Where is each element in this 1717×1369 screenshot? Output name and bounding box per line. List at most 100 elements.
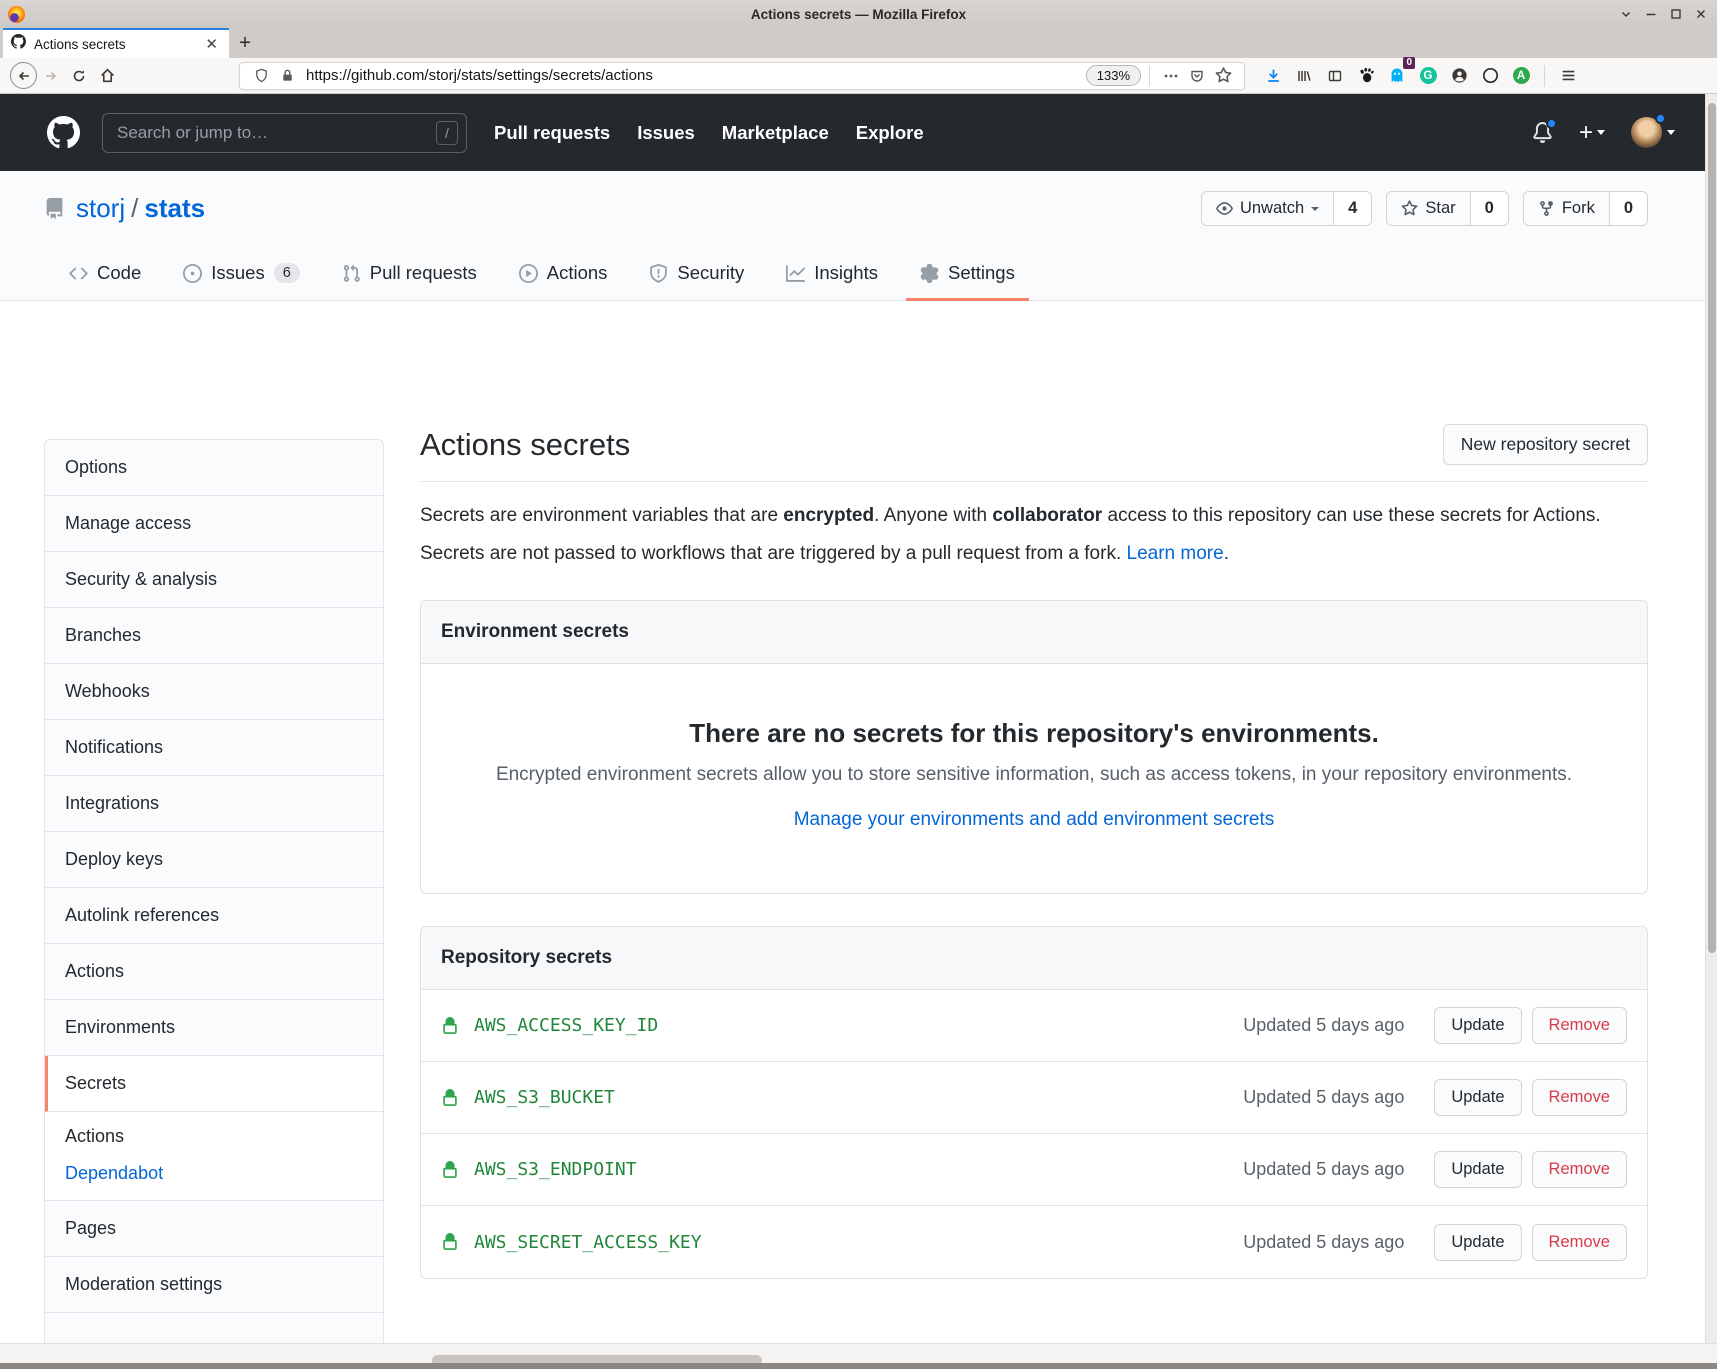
remove-button[interactable]: Remove [1532,1151,1627,1188]
fork-button[interactable]: Fork [1524,192,1609,225]
remove-button[interactable]: Remove [1532,1007,1627,1044]
window-menu-chevron-icon[interactable] [1618,6,1634,22]
tab-actions[interactable]: Actions [505,249,622,301]
secret-name[interactable]: AWS_S3_BUCKET [474,1087,615,1108]
sidebar-item-environments[interactable]: Environments [45,1000,383,1056]
star-button[interactable]: Star [1387,192,1469,225]
forks-count[interactable]: 0 [1609,192,1647,225]
sidebar-item-security-analysis[interactable]: Security & analysis [45,552,383,608]
account-icon[interactable] [1445,62,1473,90]
tab-settings[interactable]: Settings [906,249,1029,301]
lock-icon[interactable] [274,63,300,89]
user-menu[interactable] [1631,117,1675,148]
update-button[interactable]: Update [1434,1224,1521,1261]
nav-issues[interactable]: Issues [637,122,695,144]
learn-more-link[interactable]: Learn more [1127,543,1224,564]
page-actions-icon[interactable] [1158,63,1184,89]
scrollbar-thumb[interactable] [1708,103,1716,953]
empty-state-title: There are no secrets for this repository… [461,718,1607,749]
scrollbar[interactable] [1705,94,1717,1343]
update-button[interactable]: Update [1434,1079,1521,1116]
browser-tab[interactable]: Actions secrets ✕ [3,28,229,58]
notifications-bell-icon[interactable] [1532,122,1553,143]
manage-environments-link[interactable]: Manage your environments and add environ… [794,809,1275,830]
nav-marketplace[interactable]: Marketplace [722,122,829,144]
stars-count[interactable]: 0 [1470,192,1508,225]
sidebar-item-options[interactable]: Options [45,440,383,496]
sidebar-item-moderation-settings[interactable]: Moderation settings [45,1257,383,1313]
sidebar-item-integrations[interactable]: Integrations [45,776,383,832]
zoom-level-badge[interactable]: 133% [1086,65,1141,86]
repo-owner-link[interactable]: storj [76,193,125,223]
watchers-count[interactable]: 4 [1333,192,1371,225]
home-button[interactable] [93,62,121,90]
gnome-extension-icon[interactable] [1352,62,1380,90]
minimize-icon[interactable] [1643,6,1659,22]
close-icon[interactable] [1693,6,1709,22]
tab-security[interactable]: Security [635,249,758,301]
sidebar-subitem-actions[interactable]: Actions [65,1126,363,1147]
avatar[interactable] [1631,117,1662,148]
sidebar-item-secrets[interactable]: Secrets [45,1056,383,1112]
browser-viewport: / Pull requests Issues Marketplace Explo… [0,94,1717,1343]
maximize-icon[interactable] [1668,6,1684,22]
sidebar-item-branches[interactable]: Branches [45,608,383,664]
sidebar-item-pages[interactable]: Pages [45,1201,383,1257]
sidebar-item-actions[interactable]: Actions [45,944,383,1000]
notification-dot [1546,118,1557,129]
repo-name-link[interactable]: stats [144,193,205,223]
star-label: Star [1425,199,1455,218]
remove-button[interactable]: Remove [1532,1224,1627,1261]
sidebar-item-deploy-keys[interactable]: Deploy keys [45,832,383,888]
nav-explore[interactable]: Explore [856,122,924,144]
hamburger-menu-icon[interactable] [1554,62,1582,90]
tracking-protection-shield-icon[interactable] [248,63,274,89]
unwatch-button[interactable]: Unwatch [1202,192,1333,225]
sidebar-item-notifications[interactable]: Notifications [45,720,383,776]
secret-name[interactable]: AWS_SECRET_ACCESS_KEY [474,1232,702,1253]
secret-name[interactable]: AWS_S3_ENDPOINT [474,1159,637,1180]
tab-pull-requests[interactable]: Pull requests [328,249,491,301]
downloads-icon[interactable] [1259,62,1287,90]
unwatch-label: Unwatch [1240,199,1304,218]
remove-button[interactable]: Remove [1532,1079,1627,1116]
github-logo-icon[interactable] [47,116,80,149]
new-repository-secret-button[interactable]: New repository secret [1443,424,1648,465]
nav-pull-requests[interactable]: Pull requests [494,122,610,144]
sidebar-item-manage-access[interactable]: Manage access [45,496,383,552]
tab-close-icon[interactable]: ✕ [202,37,221,52]
grammarly-extension-icon[interactable]: G [1414,62,1442,90]
adblock-extension-icon[interactable]: A [1507,62,1535,90]
tab-code[interactable]: Code [55,249,155,301]
lock-icon [441,1161,459,1179]
secret-name[interactable]: AWS_ACCESS_KEY_ID [474,1015,658,1036]
library-icon[interactable] [1290,62,1318,90]
tab-code-label: Code [97,262,141,284]
repository-secrets-box: Repository secrets AWS_ACCESS_KEY_ID Upd… [420,926,1648,1279]
sidebar-item-autolink-references[interactable]: Autolink references [45,888,383,944]
tab-insights[interactable]: Insights [772,249,892,301]
bookmark-star-icon[interactable] [1210,63,1236,89]
update-button[interactable]: Update [1434,1007,1521,1044]
sidebar-item-webhooks[interactable]: Webhooks [45,664,383,720]
url-text[interactable]: https://github.com/storj/stats/settings/… [306,67,1086,84]
url-bar[interactable]: https://github.com/storj/stats/settings/… [239,62,1245,90]
ghostery-extension-icon[interactable]: 0 [1383,62,1411,90]
tab-issues[interactable]: Issues 6 [169,249,314,301]
github-search[interactable]: / [102,113,467,153]
create-new-button[interactable]: + [1579,119,1605,147]
bottom-border [0,1363,1717,1369]
sidebars-icon[interactable] [1321,62,1349,90]
dark-mode-extension-icon[interactable] [1476,62,1504,90]
forward-button[interactable] [37,62,65,90]
update-button[interactable]: Update [1434,1151,1521,1188]
repo-header: storj/stats Unwatch 4 Star [0,171,1717,301]
sidebar-subitem-dependabot[interactable]: Dependabot [65,1163,363,1184]
search-input[interactable] [102,113,467,153]
graph-icon [786,264,805,283]
new-tab-button[interactable]: + [229,28,261,58]
reload-button[interactable] [65,62,93,90]
breadcrumb-separator: / [131,193,138,223]
pocket-icon[interactable] [1184,63,1210,89]
back-button[interactable] [10,62,37,89]
